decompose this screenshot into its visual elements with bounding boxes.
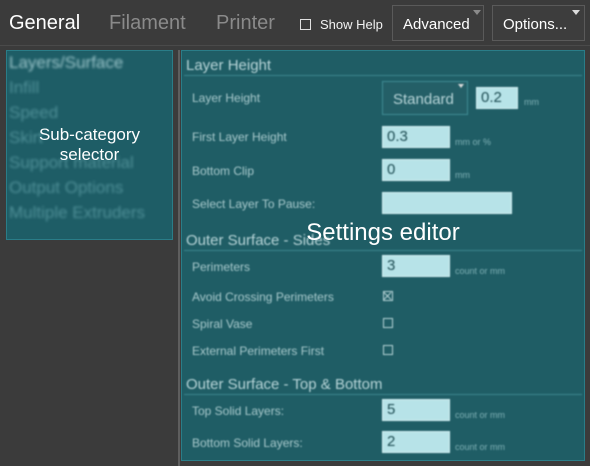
section-title-layer-height: Layer Height [186, 57, 272, 74]
first-layer-height-unit: mm or % [455, 137, 491, 147]
mode-dropdown-value: Advanced [403, 16, 470, 33]
tab-general[interactable]: General [9, 10, 80, 36]
layer-height-preset-select[interactable]: Standard [382, 81, 468, 115]
bottom-solid-layers-input[interactable]: 2 [382, 431, 450, 453]
subcategory-item[interactable]: Layers/Surface [9, 53, 123, 73]
settings-editor-caption: Settings editor [306, 219, 460, 246]
section-title-top-bottom: Outer Surface - Top & Bottom [186, 376, 383, 393]
top-solid-layers-input[interactable]: 5 [382, 399, 450, 421]
settings-content: Layer Height Layer Height Standard 0.2 m… [182, 51, 586, 462]
bottom-clip-label: Bottom Clip [192, 164, 255, 178]
chevron-down-icon [458, 84, 464, 88]
section-divider [184, 75, 582, 76]
first-layer-height-input[interactable]: 0.3 [382, 126, 450, 148]
select-layer-to-pause-input[interactable] [382, 192, 512, 214]
bottom-clip-unit: mm [455, 170, 470, 180]
avoid-crossing-perimeters-checkbox[interactable] [383, 291, 393, 301]
panel-divider[interactable] [178, 50, 180, 466]
spiral-vase-checkbox[interactable] [383, 318, 393, 328]
bottom-clip-input[interactable]: 0 [382, 159, 450, 181]
show-help-toggle[interactable]: Show Help [300, 15, 383, 33]
external-perimeters-first-label: External Perimeters First [192, 344, 325, 358]
top-solid-layers-label: Top Solid Layers: [192, 404, 285, 418]
top-bar: General Filament Printer Show Help Advan… [0, 0, 590, 46]
layer-height-preset-value: Standard [393, 91, 454, 108]
tab-filament[interactable]: Filament [109, 10, 186, 36]
subcategory-item[interactable]: Output Options [9, 178, 123, 198]
layer-height-label: Layer Height [192, 91, 261, 105]
caption-line: selector [59, 145, 120, 164]
top-divider [0, 45, 590, 46]
show-help-checkbox[interactable] [300, 18, 311, 30]
caption-line: Sub-category [38, 125, 141, 144]
bottom-solid-layers-unit: count or mm [455, 442, 506, 452]
options-dropdown-label: Options... [503, 16, 568, 33]
select-layer-to-pause-label: Select Layer To Pause: [192, 197, 316, 211]
perimeters-unit: count or mm [455, 266, 506, 276]
layer-height-unit: mm [524, 97, 539, 107]
chevron-down-icon [572, 10, 580, 15]
tab-printer[interactable]: Printer [216, 10, 275, 36]
show-help-label: Show Help [320, 16, 383, 32]
chevron-down-icon [473, 10, 481, 15]
bottom-solid-layers-label: Bottom Solid Layers: [192, 436, 303, 450]
options-dropdown[interactable]: Options... [492, 5, 585, 41]
subcategory-item[interactable]: Speed [9, 103, 58, 123]
mode-dropdown[interactable]: Advanced [392, 5, 484, 41]
external-perimeters-first-checkbox[interactable] [383, 345, 393, 355]
perimeters-input[interactable]: 3 [382, 255, 450, 277]
section-divider [184, 250, 582, 251]
subcategory-item[interactable]: Infill [9, 78, 39, 98]
layer-height-input[interactable]: 0.2 [476, 87, 518, 109]
settings-editor: Layer Height Layer Height Standard 0.2 m… [181, 50, 585, 461]
perimeters-label: Perimeters [192, 260, 251, 274]
avoid-crossing-perimeters-label: Avoid Crossing Perimeters [192, 290, 334, 304]
section-divider [184, 394, 582, 395]
first-layer-height-label: First Layer Height [192, 130, 287, 144]
spiral-vase-label: Spiral Vase [192, 317, 253, 331]
top-solid-layers-unit: count or mm [455, 410, 506, 420]
subcategory-selector-caption: Sub-category selector [6, 125, 173, 165]
subcategory-item[interactable]: Multiple Extruders [9, 203, 145, 223]
